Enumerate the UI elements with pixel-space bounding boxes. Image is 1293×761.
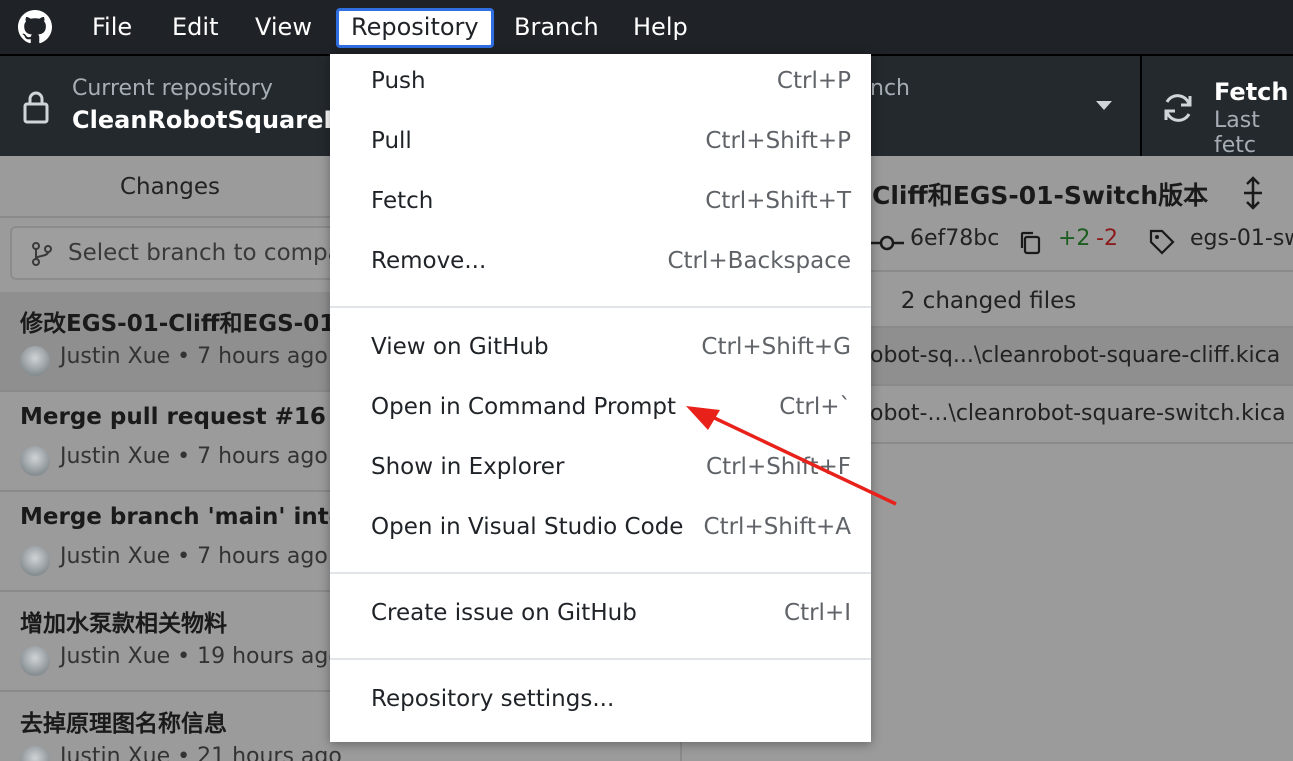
menu-item-label: Fetch [371,188,434,214]
menu-branch[interactable]: Branch [502,8,611,48]
lock-icon [23,91,49,124]
branch-dropdown-caret-icon[interactable] [1096,101,1112,110]
current-repository-button[interactable]: Current repository CleanRobotSquarePCB [0,56,377,156]
commit-meta-row: 6ef78bc +2 -2 egs-01-sw [870,226,1293,260]
menu-item-open-in-vscode[interactable]: Open in Visual Studio Code Ctrl+Shift+A [330,500,871,560]
git-commit-icon [870,235,904,251]
menu-item-shortcut: Ctrl+` [779,394,851,420]
menu-separator [330,658,871,660]
menu-item-view-on-github[interactable]: View on GitHub Ctrl+Shift+G [330,320,871,380]
commit-meta: Justin Xue • 21 hours ago [60,744,342,761]
expand-icon[interactable] [1240,176,1266,210]
commit-title: Merge pull request #16 fr [20,404,356,430]
current-branch-label: nch [870,76,910,101]
repository-menu: Push Ctrl+P Pull Ctrl+Shift+P Fetch Ctrl… [330,54,871,742]
commit-title: Merge branch 'main' into [20,504,345,530]
fetch-origin-button[interactable]: Fetch o Last fetc [1142,56,1293,158]
menu-item-repository-settings[interactable]: Repository settings... [330,672,871,732]
github-logo-icon[interactable] [18,10,52,44]
menu-item-label: Push [371,68,426,94]
menu-view[interactable]: View [243,8,324,48]
commit-title: 修改EGS-01-Cliff和EGS-01- [20,311,345,337]
menu-item-label: Remove... [371,248,487,274]
copy-icon[interactable] [1018,230,1042,256]
commit-summary-title: Cliff和EGS-01-Switch版本 [872,181,1209,210]
file-path: obot-sq...\cleanrobot-square-cliff.kica [870,343,1281,368]
menu-item-open-in-command-prompt[interactable]: Open in Command Prompt Ctrl+` [330,380,871,440]
menu-item-label: Open in Visual Studio Code [371,514,684,540]
deletions-count: -2 [1096,226,1118,251]
commit-title: 增加水泵款相关物料 [20,611,227,637]
menu-edit[interactable]: Edit [160,8,230,48]
commit-meta: Justin Xue • 7 hours ago [60,544,328,569]
menu-file[interactable]: File [80,8,144,48]
menu-item-label: Pull [371,128,412,154]
menu-item-label: Show in Explorer [371,454,565,480]
tag-icon [1149,229,1175,255]
menu-item-shortcut: Ctrl+P [776,68,851,94]
commit-title: 去掉原理图名称信息 [20,711,227,737]
menu-bar: File Edit View Repository Branch Help [0,0,1293,54]
avatar [20,546,50,576]
branch-compare-placeholder: Select branch to compa [68,240,342,266]
avatar [20,446,50,476]
menu-item-shortcut: Ctrl+I [784,600,851,626]
current-repository-label: Current repository [72,76,273,101]
menu-item-label: View on GitHub [371,334,549,360]
commit-sha: 6ef78bc [910,226,1000,251]
menu-help[interactable]: Help [621,8,700,48]
menu-item-shortcut: Ctrl+Shift+A [703,514,851,540]
menu-item-label: Open in Command Prompt [371,394,677,420]
menu-separator [330,572,871,574]
git-branch-icon [32,242,52,266]
menu-item-shortcut: Ctrl+Shift+P [705,128,851,154]
menu-item-label: Repository settings... [371,686,615,712]
menu-item-label: Create issue on GitHub [371,600,637,626]
additions-count: +2 [1058,226,1091,251]
menu-repository[interactable]: Repository [336,8,494,48]
commit-meta: Justin Xue • 19 hours ago [60,644,342,669]
menu-item-push[interactable]: Push Ctrl+P [330,54,871,114]
sync-icon [1164,94,1192,122]
menu-item-shortcut: Ctrl+Shift+T [705,188,851,214]
avatar [20,346,50,376]
menu-item-create-issue[interactable]: Create issue on GitHub Ctrl+I [330,586,871,646]
file-path: obot-...\cleanrobot-square-switch.kica [870,401,1286,426]
menu-item-pull[interactable]: Pull Ctrl+Shift+P [330,114,871,174]
tag-name: egs-01-sw [1190,226,1293,251]
menu-item-shortcut: Ctrl+Shift+G [701,334,851,360]
commit-meta: Justin Xue • 7 hours ago [60,344,328,369]
menu-separator [330,306,871,308]
fetch-subtitle: Last fetc [1214,108,1260,158]
fetch-title: Fetch o [1214,78,1293,106]
menu-item-shortcut: Ctrl+Backspace [667,248,851,274]
menu-item-remove[interactable]: Remove... Ctrl+Backspace [330,234,871,294]
menu-item-fetch[interactable]: Fetch Ctrl+Shift+T [330,174,871,234]
menu-item-show-in-explorer[interactable]: Show in Explorer Ctrl+Shift+F [330,440,871,500]
commit-meta: Justin Xue • 7 hours ago [60,444,328,469]
avatar [20,746,50,761]
menu-item-shortcut: Ctrl+Shift+F [706,454,851,480]
tab-changes[interactable]: Changes [0,156,340,218]
avatar [20,646,50,676]
